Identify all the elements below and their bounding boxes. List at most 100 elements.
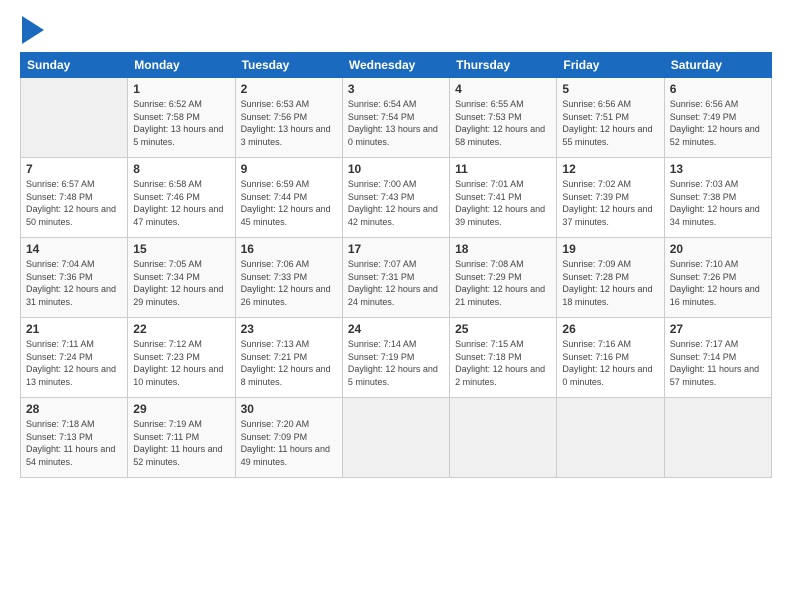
col-header-tuesday: Tuesday: [235, 53, 342, 78]
day-cell: 1Sunrise: 6:52 AMSunset: 7:58 PMDaylight…: [128, 78, 235, 158]
day-cell: 21 Sunrise: 7:11 AMSunset: 7:24 PMDayligh…: [21, 318, 128, 398]
sunset-text: Sunset: 7:51 PM: [562, 111, 658, 124]
sunset-text: Sunset: 7:23 PM: [133, 351, 229, 364]
sunrise-text: Sunrise: 7:02 AM: [562, 178, 658, 191]
day-info: Sunrise: 6:57 AMSunset: 7:48 PMDaylight:…: [26, 178, 122, 228]
day-info: Sunrise: 7:07 AMSunset: 7:31 PMDaylight:…: [348, 258, 444, 308]
sunrise-text: Sunrise: 7:08 AM: [455, 258, 551, 271]
day-cell: 9Sunrise: 6:59 AMSunset: 7:44 PMDaylight…: [235, 158, 342, 238]
sunrise-text: Sunrise: 7:09 AM: [562, 258, 658, 271]
day-number: 2: [241, 82, 337, 96]
sunrise-text: Sunrise: 6:54 AM: [348, 98, 444, 111]
daylight-text: Daylight: 12 hours and 10 minutes.: [133, 363, 229, 388]
sunrise-text: Sunrise: 6:52 AM: [133, 98, 229, 111]
week-row-1: 1Sunrise: 6:52 AMSunset: 7:58 PMDaylight…: [21, 78, 772, 158]
day-number: 22: [133, 322, 229, 336]
col-header-monday: Monday: [128, 53, 235, 78]
sunset-text: Sunset: 7:53 PM: [455, 111, 551, 124]
sunset-text: Sunset: 7:39 PM: [562, 191, 658, 204]
day-info: Sunrise: 7:05 AMSunset: 7:34 PMDaylight:…: [133, 258, 229, 308]
daylight-text: Daylight: 12 hours and 13 minutes.: [26, 363, 122, 388]
sunrise-text: Sunrise: 7:07 AM: [348, 258, 444, 271]
day-cell: 19 Sunrise: 7:09 AMSunset: 7:28 PMDayligh…: [557, 238, 664, 318]
daylight-text: Daylight: 12 hours and 24 minutes.: [348, 283, 444, 308]
day-cell: 29Sunrise: 7:19 AMSunset: 7:11 PMDayligh…: [128, 398, 235, 478]
day-number: 10: [348, 162, 444, 176]
day-cell: 20Sunrise: 7:10 AMSunset: 7:26 PMDayligh…: [664, 238, 771, 318]
day-cell: 12Sunrise: 7:02 AMSunset: 7:39 PMDayligh…: [557, 158, 664, 238]
day-info: Sunrise: 7:01 AMSunset: 7:41 PMDaylight:…: [455, 178, 551, 228]
sunset-text: Sunset: 7:43 PM: [348, 191, 444, 204]
day-number: 14: [26, 242, 122, 256]
sunset-text: Sunset: 7:46 PM: [133, 191, 229, 204]
sunrise-text: Sunrise: 7:16 AM: [562, 338, 658, 351]
daylight-text: Daylight: 12 hours and 37 minutes.: [562, 203, 658, 228]
daylight-text: Daylight: 12 hours and 29 minutes.: [133, 283, 229, 308]
daylight-text: Daylight: 12 hours and 39 minutes.: [455, 203, 551, 228]
sunset-text: Sunset: 7:13 PM: [26, 431, 122, 444]
day-info: Sunrise: 7:16 AMSunset: 7:16 PMDaylight:…: [562, 338, 658, 388]
day-cell: 4Sunrise: 6:55 AMSunset: 7:53 PMDaylight…: [450, 78, 557, 158]
sunset-text: Sunset: 7:18 PM: [455, 351, 551, 364]
day-cell: 18Sunrise: 7:08 AMSunset: 7:29 PMDayligh…: [450, 238, 557, 318]
day-info: Sunrise: 6:52 AMSunset: 7:58 PMDaylight:…: [133, 98, 229, 148]
week-row-3: 14 Sunrise: 7:04 AMSunset: 7:36 PMDayligh…: [21, 238, 772, 318]
sunset-text: Sunset: 7:24 PM: [26, 351, 122, 364]
day-info: Sunrise: 7:09 AMSunset: 7:28 PMDaylight:…: [562, 258, 658, 308]
col-header-sunday: Sunday: [21, 53, 128, 78]
day-info: Sunrise: 7:03 AMSunset: 7:38 PMDaylight:…: [670, 178, 766, 228]
day-number: 25: [455, 322, 551, 336]
day-cell: 2Sunrise: 6:53 AMSunset: 7:56 PMDaylight…: [235, 78, 342, 158]
day-number: 21: [26, 322, 122, 336]
daylight-text: Daylight: 12 hours and 0 minutes.: [562, 363, 658, 388]
day-cell: 14 Sunrise: 7:04 AMSunset: 7:36 PMDayligh…: [21, 238, 128, 318]
col-header-saturday: Saturday: [664, 53, 771, 78]
daylight-text: Daylight: 12 hours and 45 minutes.: [241, 203, 337, 228]
sunset-text: Sunset: 7:29 PM: [455, 271, 551, 284]
day-number: 7: [26, 162, 122, 176]
day-cell: 6Sunrise: 6:56 AMSunset: 7:49 PMDaylight…: [664, 78, 771, 158]
daylight-text: Daylight: 12 hours and 50 minutes.: [26, 203, 122, 228]
day-cell: 24Sunrise: 7:14 AMSunset: 7:19 PMDayligh…: [342, 318, 449, 398]
sunset-text: Sunset: 7:19 PM: [348, 351, 444, 364]
sunset-text: Sunset: 7:41 PM: [455, 191, 551, 204]
sunrise-text: Sunrise: 6:53 AM: [241, 98, 337, 111]
day-info: Sunrise: 7:08 AMSunset: 7:29 PMDaylight:…: [455, 258, 551, 308]
day-cell: [557, 398, 664, 478]
col-header-thursday: Thursday: [450, 53, 557, 78]
daylight-text: Daylight: 11 hours and 57 minutes.: [670, 363, 766, 388]
day-cell: 11Sunrise: 7:01 AMSunset: 7:41 PMDayligh…: [450, 158, 557, 238]
sunrise-text: Sunrise: 7:19 AM: [133, 418, 229, 431]
daylight-text: Daylight: 12 hours and 18 minutes.: [562, 283, 658, 308]
day-info: Sunrise: 7:02 AMSunset: 7:39 PMDaylight:…: [562, 178, 658, 228]
sunset-text: Sunset: 7:26 PM: [670, 271, 766, 284]
sunset-text: Sunset: 7:14 PM: [670, 351, 766, 364]
sunrise-text: Sunrise: 7:11 AM: [26, 338, 122, 351]
day-info: Sunrise: 6:58 AMSunset: 7:46 PMDaylight:…: [133, 178, 229, 228]
sunrise-text: Sunrise: 6:56 AM: [562, 98, 658, 111]
daylight-text: Daylight: 12 hours and 47 minutes.: [133, 203, 229, 228]
sunset-text: Sunset: 7:36 PM: [26, 271, 122, 284]
day-info: Sunrise: 7:12 AMSunset: 7:23 PMDaylight:…: [133, 338, 229, 388]
daylight-text: Daylight: 12 hours and 31 minutes.: [26, 283, 122, 308]
day-number: 15: [133, 242, 229, 256]
header-row: SundayMondayTuesdayWednesdayThursdayFrid…: [21, 53, 772, 78]
day-info: Sunrise: 7:14 AMSunset: 7:19 PMDaylight:…: [348, 338, 444, 388]
sunset-text: Sunset: 7:49 PM: [670, 111, 766, 124]
day-cell: [664, 398, 771, 478]
daylight-text: Daylight: 13 hours and 0 minutes.: [348, 123, 444, 148]
sunrise-text: Sunrise: 7:15 AM: [455, 338, 551, 351]
day-info: Sunrise: 7:04 AMSunset: 7:36 PMDaylight:…: [26, 258, 122, 308]
day-cell: 30Sunrise: 7:20 AMSunset: 7:09 PMDayligh…: [235, 398, 342, 478]
header: [20, 16, 772, 44]
sunset-text: Sunset: 7:48 PM: [26, 191, 122, 204]
sunrise-text: Sunrise: 7:13 AM: [241, 338, 337, 351]
sunset-text: Sunset: 7:33 PM: [241, 271, 337, 284]
day-number: 17: [348, 242, 444, 256]
sunset-text: Sunset: 7:16 PM: [562, 351, 658, 364]
week-row-2: 7 Sunrise: 6:57 AMSunset: 7:48 PMDaylight…: [21, 158, 772, 238]
sunrise-text: Sunrise: 6:56 AM: [670, 98, 766, 111]
sunrise-text: Sunrise: 7:05 AM: [133, 258, 229, 271]
day-number: 19: [562, 242, 658, 256]
day-info: Sunrise: 6:56 AMSunset: 7:49 PMDaylight:…: [670, 98, 766, 148]
